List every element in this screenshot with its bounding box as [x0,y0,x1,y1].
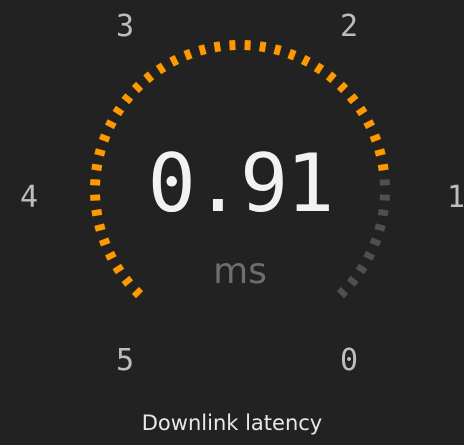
latency-value: 0.91 [147,137,335,230]
gauge-dash-active [213,41,222,53]
scale-label-3: 3 [115,9,135,44]
gauge-dash-active [300,54,311,67]
gauge-dash-active [121,275,134,287]
gauge-dash-active [155,62,167,75]
gauge-dash-active [244,40,251,51]
scale-label-4: 4 [19,180,39,215]
gauge-dash-active [346,93,359,105]
gauge-dash-active [258,41,267,53]
gauge-dash-active [198,44,207,56]
gauge-caption: Downlink latency [141,411,323,435]
latency-unit: ms [213,251,267,292]
gauge-dash-inactive [336,286,349,299]
gauge-dash-active [104,119,117,130]
gauge-dash-active [355,105,368,117]
gauge-dash-active [131,81,144,94]
gauge-dash-active [325,71,337,84]
gauge-dash-inactive [355,263,368,275]
scale-label-2: 2 [339,9,359,44]
gauge-dash-active [229,40,236,51]
latency-gauge-widget: 0 1 2 3 4 5 0.91 ms Downlink latency [0,0,464,445]
gauge-dash-active [336,81,349,94]
scale-label-5: 5 [115,343,135,378]
gauge-dash-active [104,250,117,261]
gauge-dash-active [169,54,180,67]
scale-label-1: 1 [446,180,464,215]
gauge-dash-active [313,62,325,75]
gauge-dash-active [112,105,125,117]
gauge-dash-active [112,263,125,275]
gauge-dash-active [287,48,297,61]
gauge-dash-active [143,71,155,84]
gauge-dash-active [121,93,134,105]
gauge-dash-inactive [369,237,382,247]
gauge-dash-active [98,237,111,247]
gauge-dash-active [363,119,376,130]
scale-label-0: 0 [339,343,359,378]
gauge-dash-inactive [346,275,359,287]
gauge-dash-active [273,44,282,56]
gauge-dash-active [183,48,193,61]
gauge-dash-inactive [363,250,376,261]
